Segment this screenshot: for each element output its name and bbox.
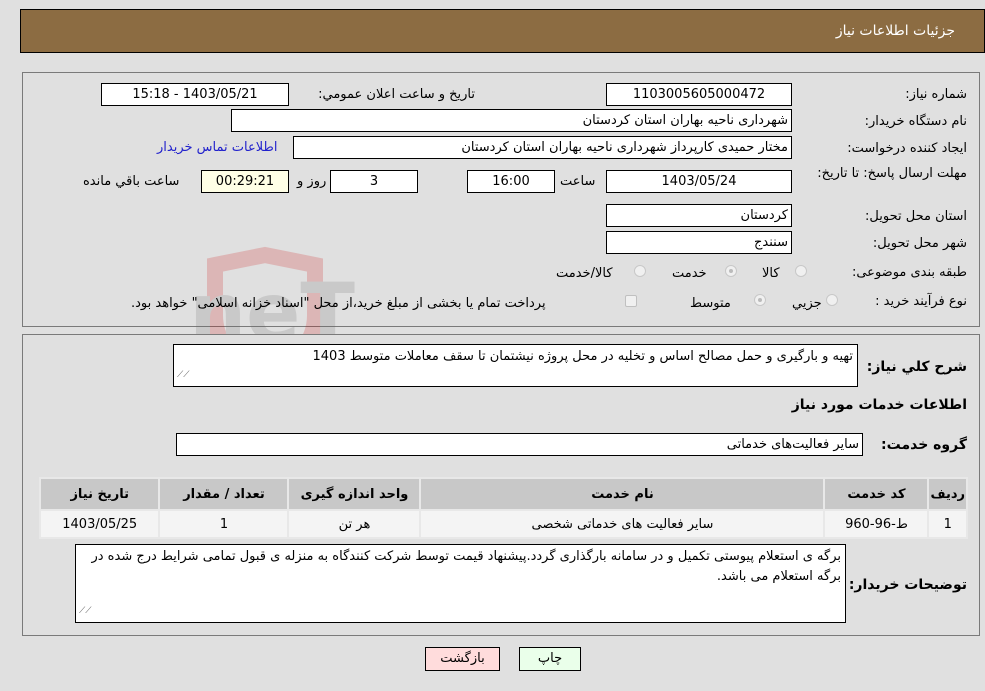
service-group-label: گروه خدمت: [881,437,967,453]
deadline-label: مهلت ارسال پاسخ: تا تاریخ: [817,166,967,181]
process-radio-partial[interactable] [826,294,838,306]
category-option-service: خدمت [672,266,707,281]
need-number-label: شماره نیاز: [905,87,967,102]
page-header: جزئیات اطلاعات نیاز [20,9,985,53]
deadline-time-label: ساعت [560,174,596,189]
creator-label: ایجاد کننده درخواست: [847,141,967,156]
city-field: سنندج [606,231,792,254]
category-option-goods: کالا [762,266,780,281]
description-textarea[interactable]: تهیه و بارگیری و حمل مصالح اساس و تخلیه … [173,344,858,387]
cell-service-code: ط-96-960 [823,509,930,539]
cell-service-name: سایر فعالیت های خدماتی شخصی [419,509,826,539]
col-header-service-name: نام خدمت [419,477,826,511]
col-header-row-number: رديف [927,477,968,511]
time-remaining-label: ساعت باقي مانده [83,174,180,189]
category-radio-goods[interactable] [795,265,807,277]
announce-datetime-field: 1403/05/21 - 15:18 [101,83,289,106]
process-option-medium: متوسط [690,296,731,311]
city-label: شهر محل تحویل: [872,236,967,251]
services-table: رديف کد خدمت نام خدمت واحد اندازه گیری ت… [38,477,968,539]
process-label: نوع فرآیند خرید : [875,294,967,309]
buyer-org-label: نام دستگاه خريدار: [864,114,967,129]
treasury-checkbox[interactable] [625,295,637,307]
cell-unit: هر تن [287,509,422,539]
creator-field: مختار حمیدی کارپرداز شهرداری ناحیه بهارا… [293,136,792,159]
back-button[interactable]: بازگشت [425,647,500,671]
cell-row-number: 1 [927,509,968,539]
resize-grip-icon[interactable]: ⟋⟋ [79,601,92,621]
buyer-notes-text: برگه ی استعلام پیوستی تکمیل و در سامانه … [91,549,841,584]
buyer-contact-link[interactable]: اطلاعات تماس خریدار [157,140,277,155]
province-label: استان محل تحویل: [865,209,967,224]
col-header-unit: واحد اندازه گیری [287,477,422,511]
description-text: تهیه و بارگیری و حمل مصالح اساس و تخلیه … [312,349,854,364]
deadline-time-field: 16:00 [467,170,555,193]
buyer-org-field: شهرداری ناحیه بهاران استان کردستان [231,109,792,132]
page-title: جزئیات اطلاعات نیاز [835,23,955,39]
announce-datetime-label: تاریخ و ساعت اعلان عمومي: [318,87,475,102]
buyer-notes-label: توضیحات خریدار: [848,577,967,593]
process-radio-medium[interactable] [754,294,766,306]
table-row: 1 ط-96-960 سایر فعالیت های خدماتی شخصی ه… [38,509,968,539]
treasury-note: پرداخت تمام یا بخشی از مبلغ خرید،از محل … [131,296,546,311]
resize-grip-icon[interactable]: ⟋⟋ [177,365,190,385]
print-button[interactable]: چاپ [519,647,581,671]
cell-need-date: 1403/05/25 [38,509,161,539]
category-radio-goods-service[interactable] [634,265,646,277]
deadline-date-field: 1403/05/24 [606,170,792,193]
time-remaining-field: 00:29:21 [201,170,289,193]
col-header-service-code: کد خدمت [823,477,930,511]
category-option-goods-service: کالا/خدمت [556,266,613,281]
category-radio-service[interactable] [725,265,737,277]
category-label: طبقه بندی موضوعی: [851,265,967,280]
service-group-field: سایر فعالیت‌های خدماتی [176,433,863,456]
description-label: شرح کلي نياز: [866,359,967,375]
days-remaining-field: 3 [330,170,418,193]
buyer-notes-textarea[interactable]: برگه ی استعلام پیوستی تکمیل و در سامانه … [75,544,846,623]
services-heading: اطلاعات خدمات مورد نياز [791,397,967,413]
table-header-row: رديف کد خدمت نام خدمت واحد اندازه گیری ت… [38,477,968,511]
days-label: روز و [297,174,327,189]
cell-quantity: 1 [158,509,290,539]
province-field: کردستان [606,204,792,227]
col-header-need-date: تاریخ نیاز [38,477,161,511]
process-option-partial: جزيي [792,296,822,311]
col-header-quantity: تعداد / مقدار [158,477,290,511]
need-number-field: 1103005605000472 [606,83,792,106]
